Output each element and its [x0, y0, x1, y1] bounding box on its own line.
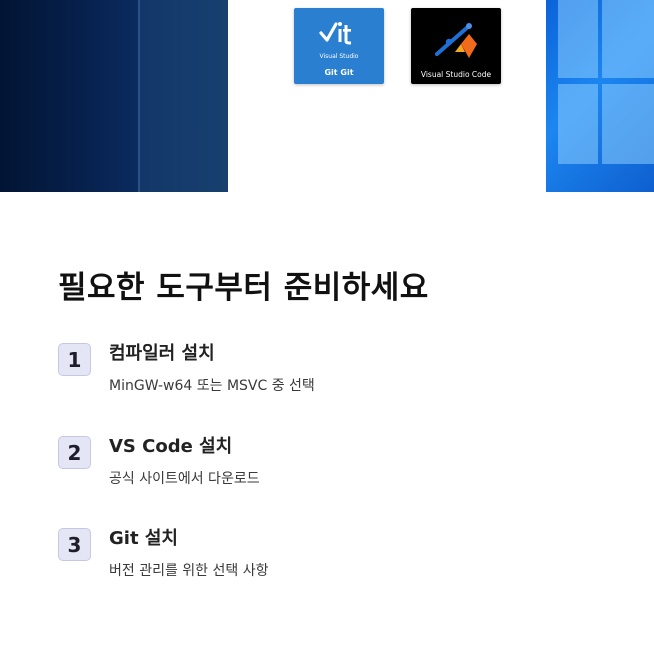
step-title: 컴파일러 설치 [109, 343, 215, 364]
dark-blue-background [0, 0, 228, 192]
windows-wallpaper [546, 0, 654, 192]
page: Visual Studio Git Git Visual Studio Code… [0, 0, 654, 657]
visual-studio-code-logo: Visual Studio Code [411, 8, 501, 84]
page-title: 필요한 도구부터 준비하세요 [58, 270, 429, 306]
step-description: 공식 사이트에서 다운로드 [109, 471, 260, 487]
step-title: Git 설치 [109, 528, 178, 549]
step-description: 버전 관리를 위한 선택 사항 [109, 563, 269, 579]
vscode-logo-text: Visual Studio Code [420, 70, 492, 79]
git-visual-studio-logo: Visual Studio Git Git [294, 8, 384, 84]
step-number-badge: 2 [58, 436, 91, 469]
step-number-badge: 3 [58, 528, 91, 561]
git-logo-top-text: Visual Studio [319, 53, 359, 60]
git-logo-bottom-text: Git Git [324, 68, 354, 77]
step-number-badge: 1 [58, 343, 91, 376]
step-title: VS Code 설치 [109, 436, 233, 457]
step-description: MinGW-w64 또는 MSVC 중 선택 [109, 378, 315, 394]
banner-image: Visual Studio Git Git Visual Studio Code [0, 0, 654, 192]
